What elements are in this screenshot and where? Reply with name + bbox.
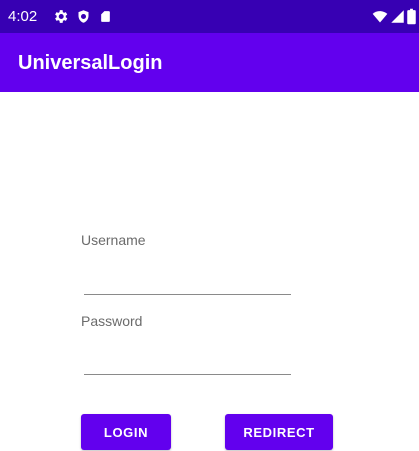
app-bar: UniversalLogin bbox=[0, 33, 419, 92]
username-label: Username bbox=[81, 232, 146, 248]
password-label: Password bbox=[81, 313, 143, 329]
shield-icon bbox=[78, 10, 89, 23]
redirect-button[interactable]: REDIRECT bbox=[225, 414, 333, 450]
wifi-icon bbox=[372, 11, 388, 23]
status-time: 4:02 bbox=[8, 8, 38, 25]
status-bar: 4:02 bbox=[0, 0, 419, 33]
signal-icon bbox=[391, 10, 404, 23]
battery-icon bbox=[407, 8, 416, 25]
username-input[interactable] bbox=[84, 268, 291, 295]
login-button[interactable]: LOGIN bbox=[81, 414, 171, 450]
settings-icon bbox=[55, 10, 68, 23]
app-title: UniversalLogin bbox=[18, 52, 163, 74]
password-input[interactable] bbox=[84, 348, 291, 375]
sd-card-icon bbox=[101, 11, 110, 22]
